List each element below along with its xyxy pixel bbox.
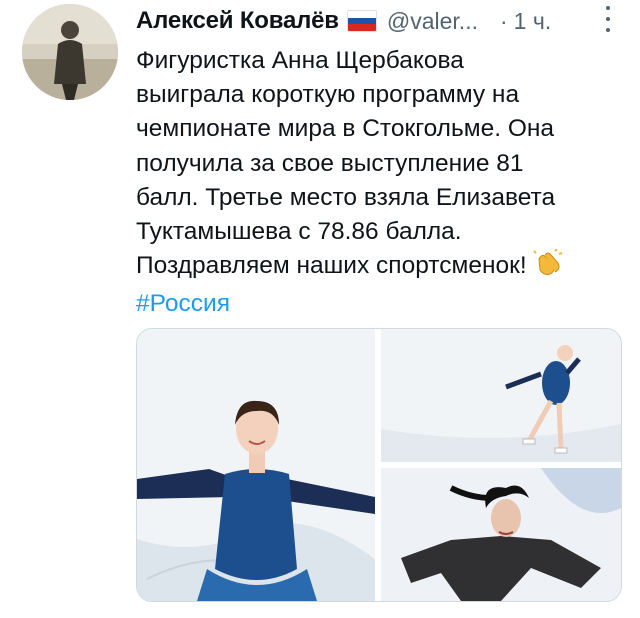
tweet-timestamp[interactable]: 1 ч. (514, 8, 552, 35)
tweet-line: Поздравляем наших спортсменок! (136, 252, 527, 280)
tweet-header: Алексей Ковалёв @valer... · 1 ч. (136, 4, 620, 38)
tweet-body: Фигуристка Анна Щербакова выиграла корот… (136, 44, 626, 322)
more-options-icon[interactable] (604, 6, 612, 32)
tweet-line: выиграла короткую программу на (136, 81, 520, 109)
clapping-hands-icon (532, 248, 563, 287)
hashtag-link[interactable]: #Россия (136, 287, 626, 321)
tweet-line: балл. Третье место взяла Елизавета (136, 183, 556, 211)
photo-skater-1[interactable] (137, 329, 375, 601)
russia-flag-icon (346, 10, 377, 32)
tweet-line: Туктамышева с 78.86 балла. (136, 218, 462, 246)
avatar[interactable] (22, 4, 118, 100)
avatar-photo (22, 4, 118, 100)
photo-skater-2[interactable] (381, 329, 621, 462)
photo-skater-3[interactable] (381, 468, 621, 601)
author-name[interactable]: Алексей Ковалёв (136, 7, 339, 35)
media-grid (136, 328, 622, 602)
tweet-line: Фигуристка Анна Щербакова (136, 47, 464, 74)
tweet-line: чемпионате мира в Стокгольме. Она (136, 115, 555, 143)
tweet-line-with-emoji: Поздравляем наших спортсменок! (136, 248, 626, 287)
tweet-line: получила за свое выступление 81 (136, 149, 524, 177)
author-handle[interactable]: @valer... (387, 8, 478, 35)
separator-dot: · (499, 7, 508, 34)
